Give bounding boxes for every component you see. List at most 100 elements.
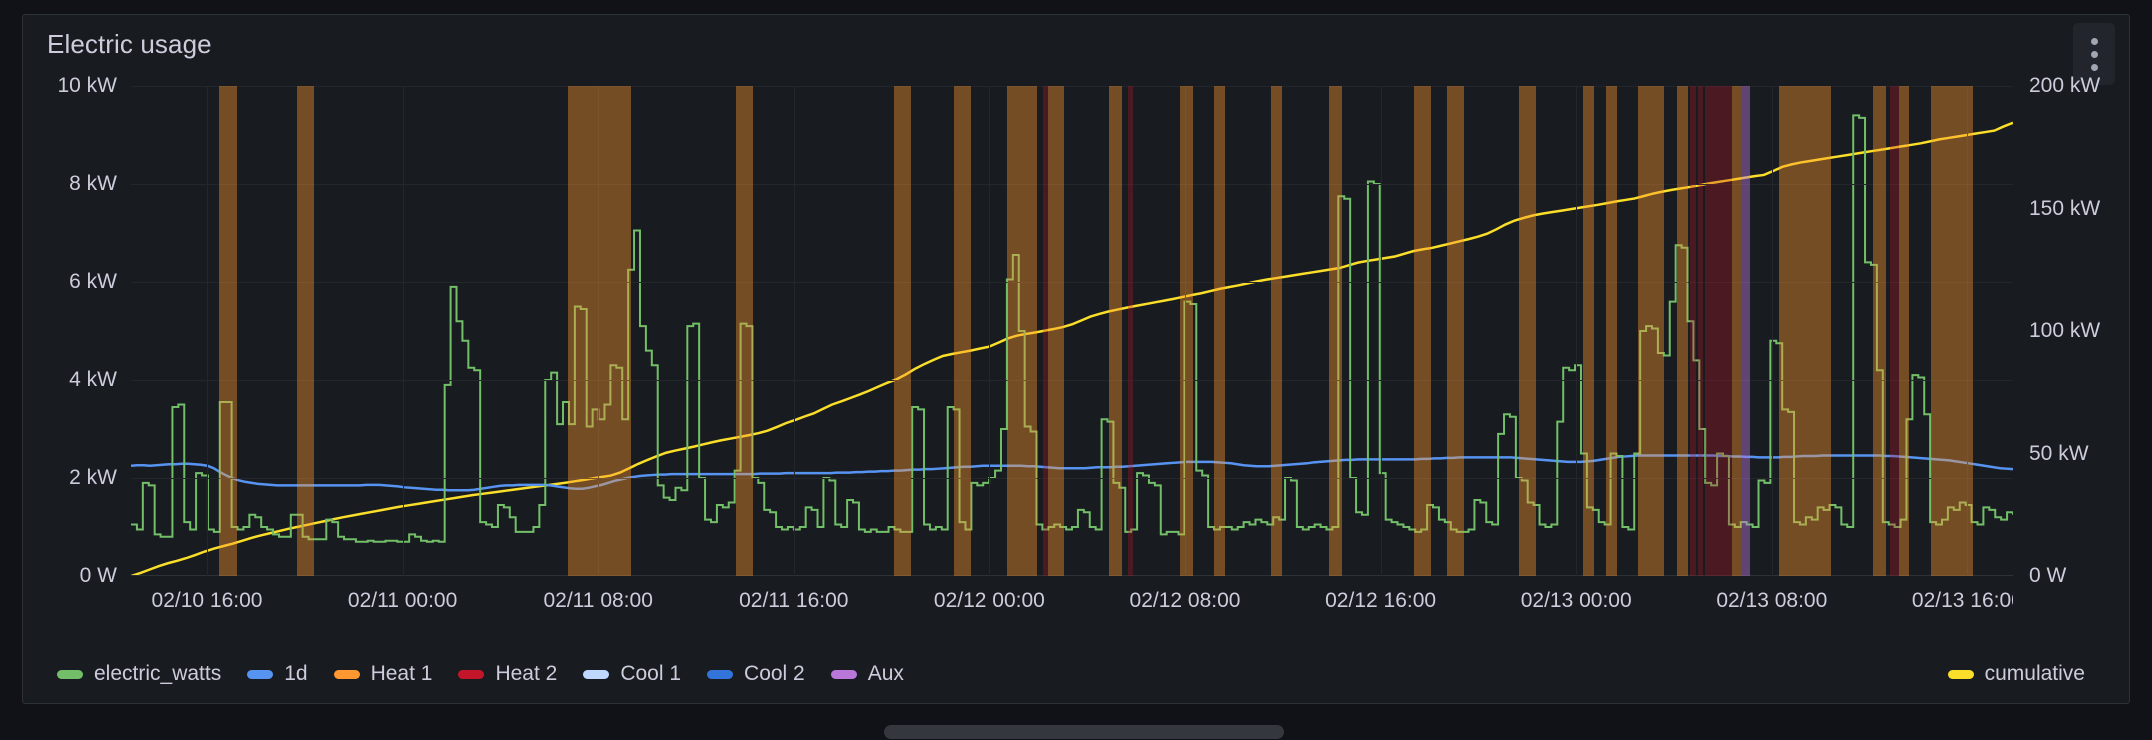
x-axis-tick: 02/13 08:00 [1716,589,1828,612]
legend-item-label: Aux [867,662,904,685]
x-axis-tick: 02/11 00:00 [347,589,458,612]
state-band-aux [1741,86,1751,576]
state-band-heat-1 [1048,86,1064,576]
y-axis-right-tick: 0 W [2029,564,2067,587]
chart-series-layer [131,86,2013,576]
state-band-heat-2 [1705,86,1732,576]
legend-color-swatch-icon [333,669,360,679]
gridline-vertical [1380,86,1382,576]
x-axis-tick: 02/13 00:00 [1520,589,1632,612]
menu-dot [2090,50,2098,58]
x-axis-tick: 02/13 16:00 [1911,589,2013,612]
legend-item-label: electric_watts [94,662,222,685]
gridline-vertical [793,86,795,576]
panel-header: Electric usage [23,15,2129,85]
state-band-heat-1 [894,86,912,576]
state-band-heat-1 [1582,86,1595,576]
y-axis-left-tick: 8 kW [69,172,117,195]
x-axis-tick: 02/10 16:00 [151,589,263,612]
y-axis-left-tick: 0 W [79,564,117,587]
state-band-heat-1 [583,86,631,576]
x-axis-tick: 02/11 16:00 [739,589,849,612]
y-axis-right-tick: 200 kW [2029,74,2101,97]
legend-item-heat-2[interactable]: Heat 2 [458,662,557,686]
state-band-heat-1 [1180,86,1194,576]
legend-left-group: electric_watts 1d Heat 1 Heat 2 Cool 1 Cool 2… [57,662,904,686]
state-band-heat-2 [1697,86,1704,576]
page-title: Electric usage [47,29,212,59]
legend-item-cool-1[interactable]: Cool 1 [583,662,681,686]
gridline-vertical [402,86,404,576]
state-band-heat-1 [1872,86,1886,576]
y-axis-right-tick: 50 kW [2029,441,2089,465]
legend-color-swatch-icon [830,669,857,679]
state-band-heat-1 [1931,86,1973,576]
legend-color-swatch-icon [57,669,83,679]
chart-plot-area: 10 kW 8 kW 6 kW 4 kW 2 kW 0 W 200 kW 150 kW 100… [23,73,2131,645]
legend-item-cool-2[interactable]: Cool 2 [707,662,805,686]
state-band-heat-1 [567,86,584,576]
y-axis-right-tick: 150 kW [2029,196,2101,220]
y-axis-right: 200 kW 150 kW 100 kW 50 kW 0 W [2013,73,2131,645]
state-band-heat-1 [1899,86,1909,576]
state-band-heat-1 [1518,86,1536,576]
chart-legend: electric_watts 1d Heat 1 Heat 2 Cool 1 Cool 2… [23,645,2131,703]
legend-color-swatch-icon [583,669,610,679]
legend-color-swatch-icon [707,669,734,679]
legend-item-aux[interactable]: Aux [830,662,904,686]
legend-item-label: Heat 1 [370,662,433,685]
legend-item-label: Heat 2 [495,662,558,685]
legend-color-swatch-icon [247,669,274,679]
gridline-vertical [1576,86,1578,576]
legend-item-label: Cool 1 [620,662,682,685]
legend-item-label: Cool 2 [744,662,805,685]
state-band-heat-1 [1637,86,1664,576]
state-band-heat-1 [1605,86,1617,576]
state-band-heat-1 [1108,86,1122,576]
state-band-heat-1 [1731,86,1742,576]
x-axis-tick: 02/12 16:00 [1325,589,1437,612]
y-axis-left-tick: 4 kW [69,368,117,391]
legend-color-swatch-icon [1947,669,1974,679]
state-band-heat-1 [1447,86,1465,576]
legend-item-label: 1d [284,662,308,685]
state-band-heat-1 [736,86,753,576]
legend-item-label: cumulative [1984,662,2085,685]
state-band-heat-1 [1328,86,1343,576]
x-axis-tick: 02/11 08:00 [543,589,653,612]
state-band-heat-1 [1413,86,1431,576]
legend-color-swatch-icon [458,669,485,679]
menu-dot [2090,63,2098,71]
y-axis-left-tick: 6 kW [69,270,117,293]
state-band-heat-1 [1778,86,1832,576]
chart-canvas[interactable]: 02/10 16:00 02/11 00:00 02/11 08:00 02/11 1… [131,73,2013,645]
state-band-heat-1 [296,86,315,576]
state-band-heat-1 [1270,86,1282,576]
gridline-vertical [207,86,208,576]
state-band-heat-1 [219,86,238,576]
state-band-heat-1 [1214,86,1226,576]
state-band-heat-1 [1677,86,1689,576]
y-axis-left-tick: 10 kW [57,74,117,97]
legend-item-heat-1[interactable]: Heat 1 [333,662,433,686]
scrollbar-thumb[interactable] [884,725,1284,739]
legend-right-group: cumulative [1947,662,2109,686]
electric-usage-panel: Electric usage 10 kW 8 kW 6 kW 4 kW 2 kW 0 W … [22,14,2130,704]
x-axis-labels: 02/10 16:00 02/11 00:00 02/11 08:00 02/11 1… [131,589,2013,629]
legend-item-1d[interactable]: 1d [247,662,308,686]
y-axis-left-tick: 2 kW [69,466,117,489]
menu-dot [2090,37,2098,45]
legend-item-electric_watts[interactable]: electric_watts [57,662,221,686]
y-axis-left: 10 kW 8 kW 6 kW 4 kW 2 kW 0 W [23,73,131,645]
state-band-heat-2 [1127,86,1134,576]
y-axis-right-tick: 100 kW [2029,319,2101,342]
screen-root: Electric usage 10 kW 8 kW 6 kW 4 kW 2 kW 0 W … [0,0,2152,740]
gridline-vertical [1771,86,1773,576]
state-band-heat-2 [1889,86,1900,576]
legend-item-cumulative[interactable]: cumulative [1947,662,2085,686]
horizontal-scrollbar[interactable] [0,722,2152,740]
state-band-heat-1 [954,86,972,576]
gridline-vertical [989,86,991,576]
x-axis-tick: 02/12 00:00 [933,589,1045,612]
x-axis-tick: 02/12 08:00 [1129,589,1241,612]
